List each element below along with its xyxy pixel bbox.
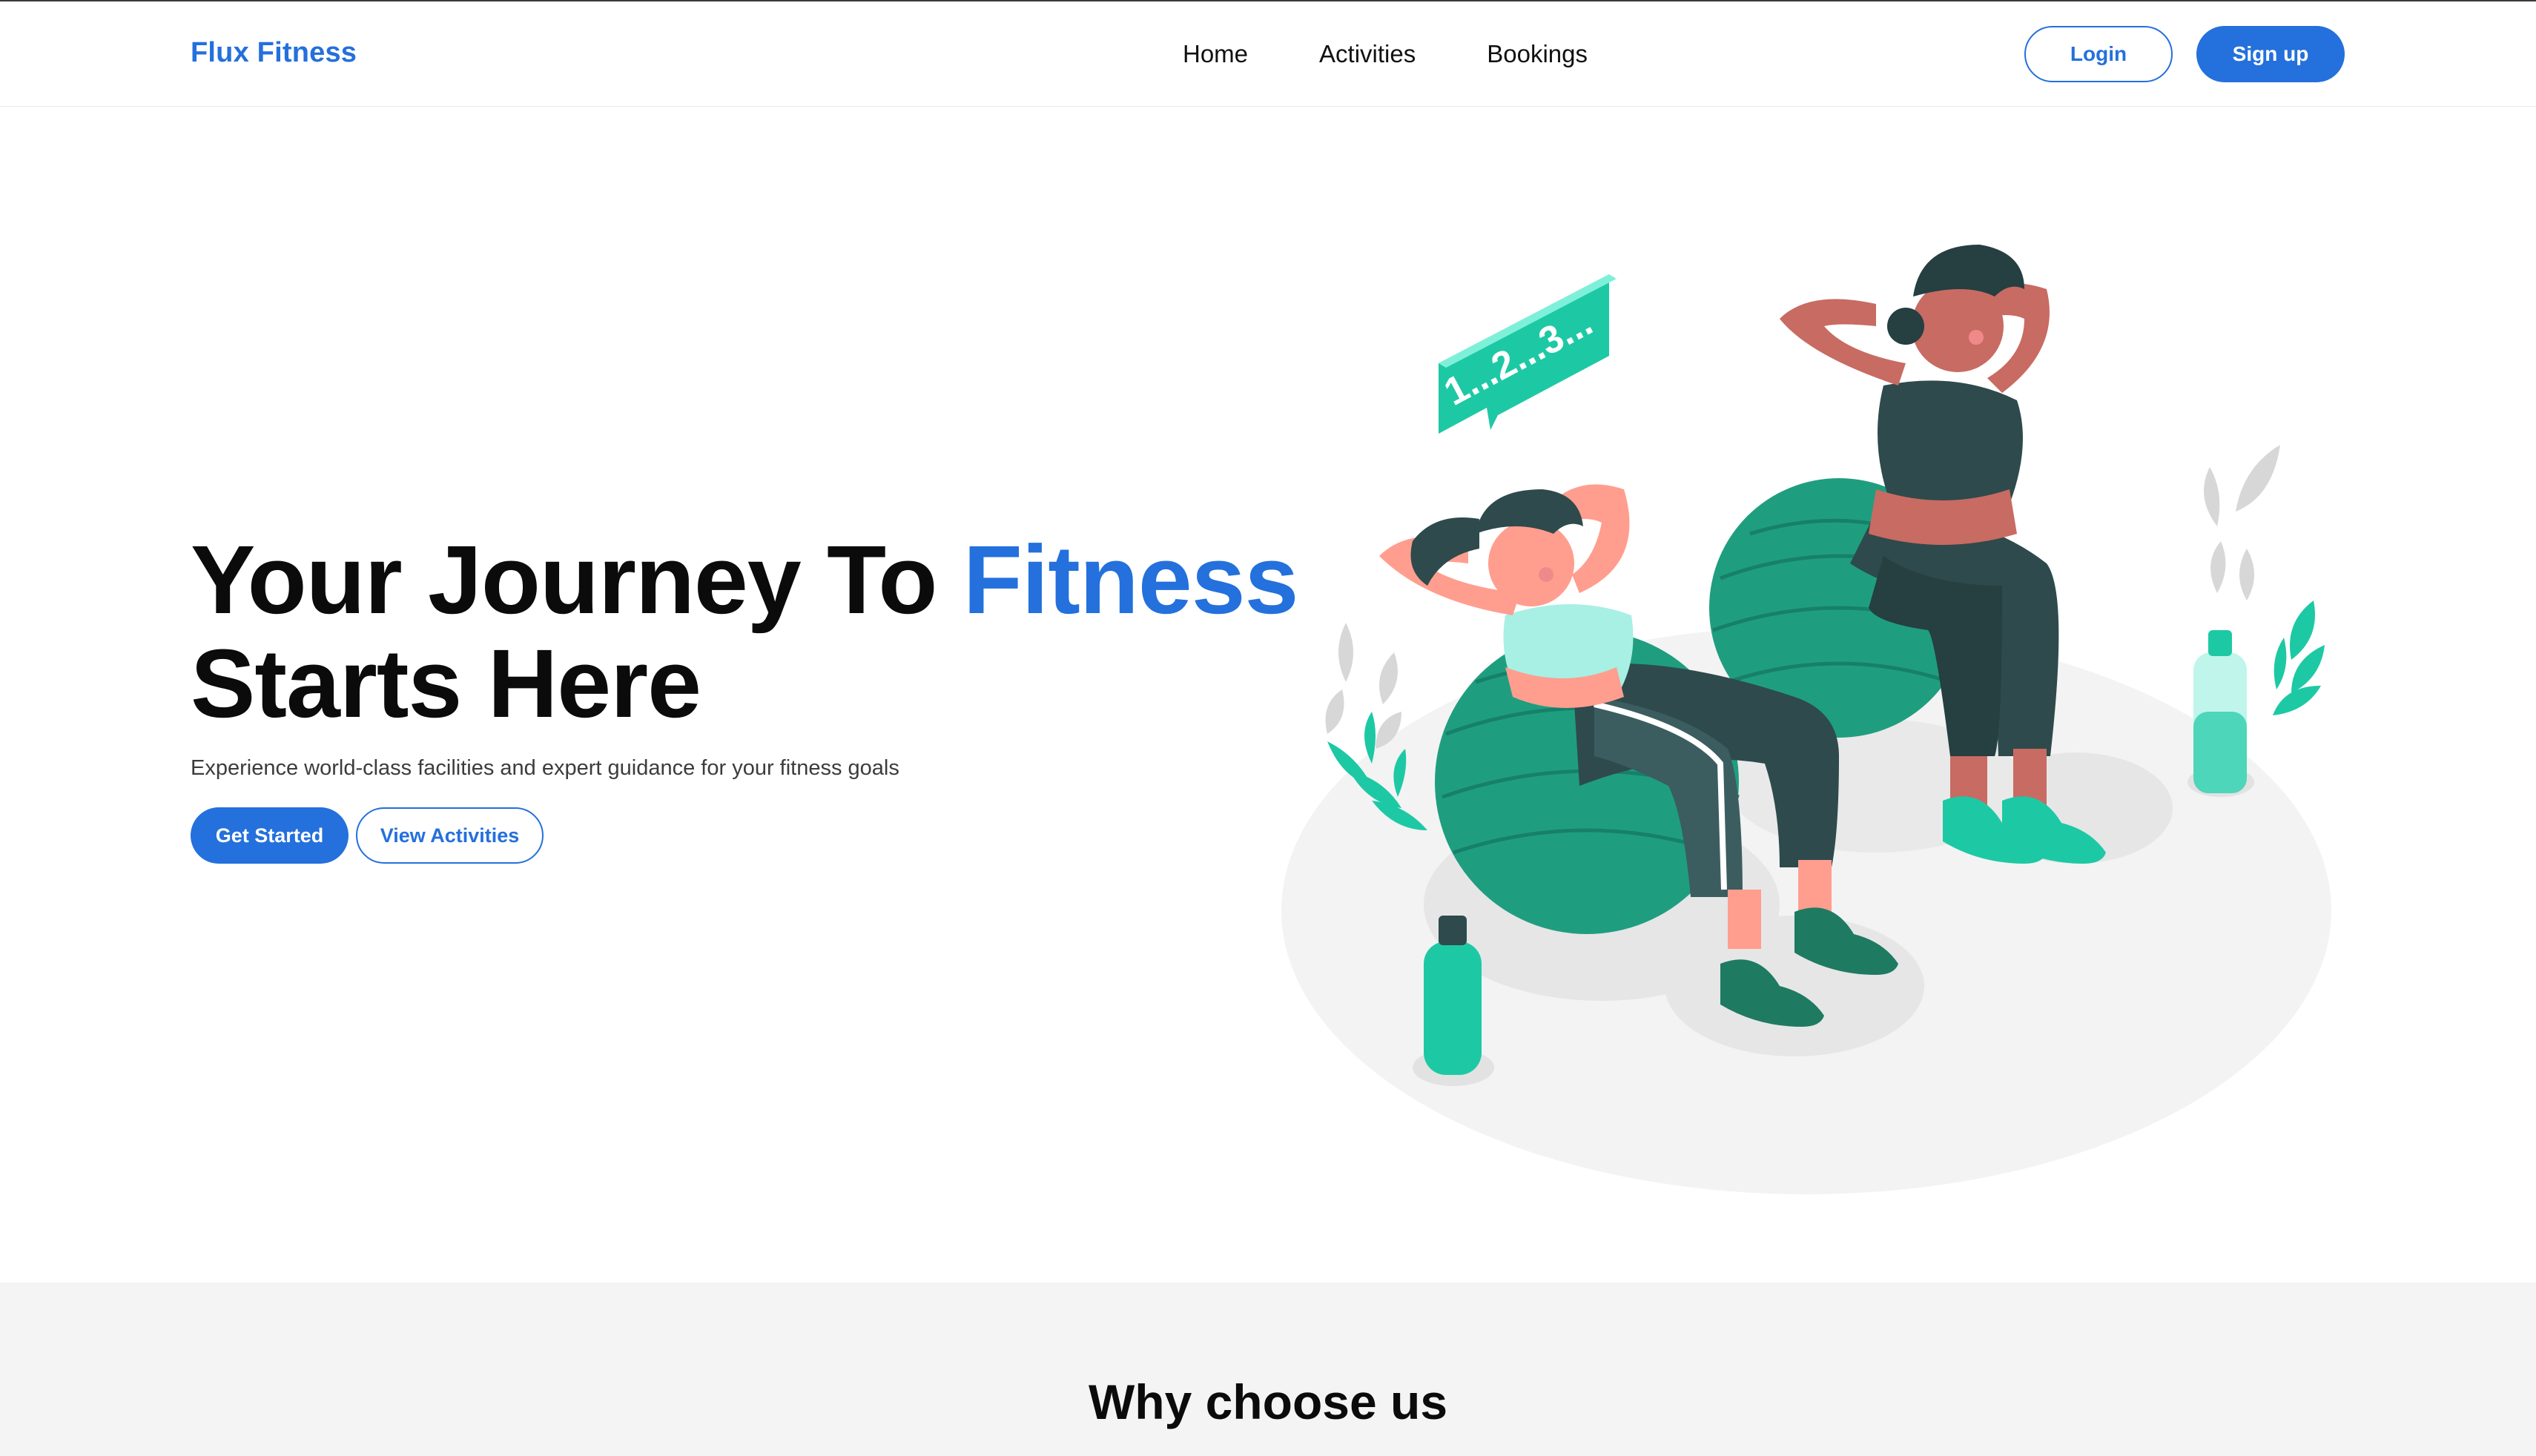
water-bottle-right-icon xyxy=(2193,630,2247,793)
why-choose-us-title: Why choose us xyxy=(1088,1374,1448,1429)
plant-left-grey-icon xyxy=(1325,623,1401,749)
fitness-illustration: 1...2...3... xyxy=(1281,245,2331,1194)
navbar: Flux Fitness Home Activities Bookings Lo… xyxy=(0,1,2536,107)
nav-link-home[interactable]: Home xyxy=(1183,40,1248,68)
hero-title: Your Journey To Fitness Starts Here xyxy=(191,528,1303,735)
nav-link-activities[interactable]: Activities xyxy=(1319,40,1416,68)
hero-title-part1: Your Journey To xyxy=(191,525,963,634)
why-choose-us-section: Why choose us xyxy=(0,1283,2536,1456)
signup-button[interactable]: Sign up xyxy=(2196,26,2345,82)
nav-link-bookings[interactable]: Bookings xyxy=(1487,40,1588,68)
hero-title-part2: Starts Here xyxy=(191,629,701,738)
plant-right-grey-icon xyxy=(2204,445,2280,600)
plant-right-icon xyxy=(2273,600,2325,715)
view-activities-button[interactable]: View Activities xyxy=(356,807,544,864)
hero-title-accent: Fitness xyxy=(962,525,1299,634)
speech-bubble: 1...2...3... xyxy=(1437,274,1617,434)
nav-links: Home Activities Bookings xyxy=(1183,40,1588,68)
hero-subtitle: Experience world-class facilities and ex… xyxy=(191,756,899,780)
login-button[interactable]: Login xyxy=(2024,26,2173,82)
brand-logo[interactable]: Flux Fitness xyxy=(191,37,357,69)
get-started-button[interactable]: Get Started xyxy=(191,807,349,864)
